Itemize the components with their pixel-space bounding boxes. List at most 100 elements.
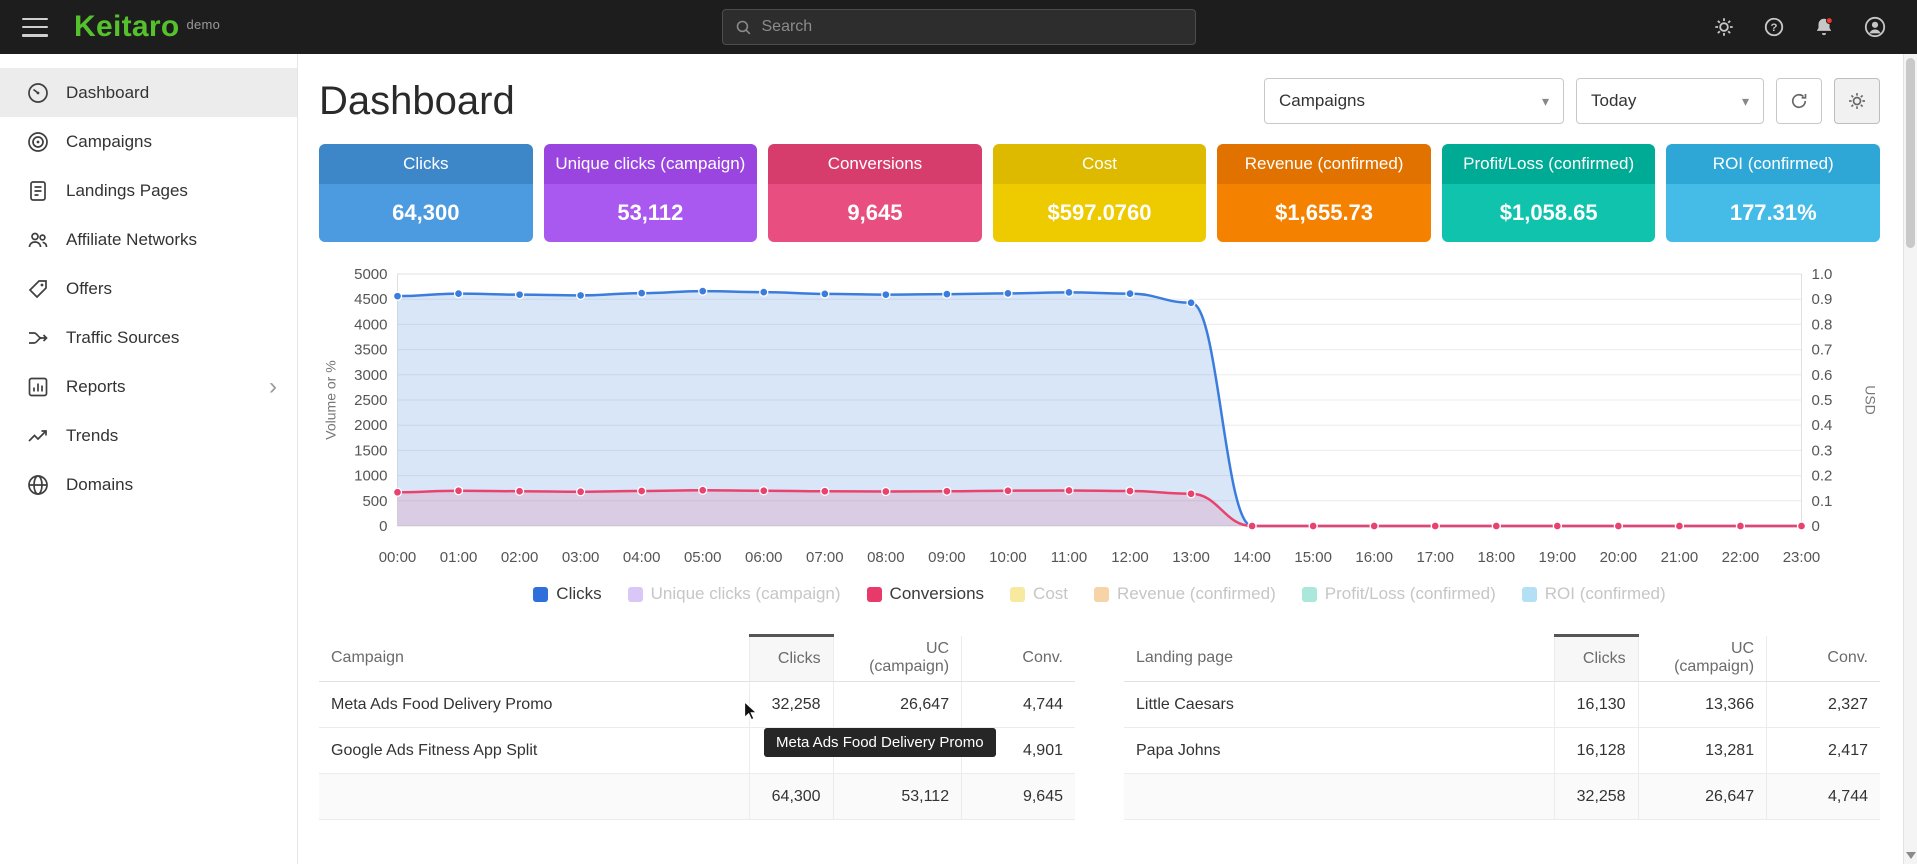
legend-item-revenue-confirmed[interactable]: Revenue (confirmed) [1094, 584, 1276, 604]
table-row[interactable]: Meta Ads Food Delivery Promo32,25826,647… [319, 682, 1075, 728]
metric-value: $597.0760 [993, 184, 1207, 242]
domains-icon [26, 473, 50, 497]
column-header-clicks[interactable]: Clicks [1555, 636, 1638, 682]
svg-text:4500: 4500 [354, 291, 387, 308]
cell-name[interactable]: Meta Ads Food Delivery Promo [319, 682, 750, 728]
legend-item-roi-confirmed[interactable]: ROI (confirmed) [1522, 584, 1666, 604]
user-avatar[interactable] [1863, 15, 1887, 39]
sidebar-item-landing-pages[interactable]: Landings Pages [0, 166, 297, 215]
metric-card-profit-loss-confirmed[interactable]: Profit/Loss (confirmed)$1,058.65 [1442, 144, 1656, 242]
grouping-select[interactable]: Campaigns ▾ [1264, 78, 1564, 124]
svg-text:3000: 3000 [354, 367, 387, 384]
chevron-down-icon: ▾ [1542, 93, 1549, 110]
svg-text:11:00: 11:00 [1051, 549, 1087, 566]
metric-value: 53,112 [544, 184, 758, 242]
legend-item-conversions[interactable]: Conversions [867, 584, 985, 604]
svg-text:02:00: 02:00 [501, 549, 539, 566]
metric-card-unique-clicks-campaign[interactable]: Unique clicks (campaign)53,112 [544, 144, 758, 242]
logo-text: Keitaro [74, 10, 179, 43]
metric-label: Cost [993, 144, 1207, 184]
logo-badge: demo [186, 17, 220, 32]
svg-text:01:00: 01:00 [440, 549, 478, 566]
legend-item-profit-loss-confirmed[interactable]: Profit/Loss (confirmed) [1302, 584, 1496, 604]
grouping-select-value: Campaigns [1279, 91, 1365, 111]
sidebar-item-trends[interactable]: Trends [0, 411, 297, 460]
svg-text:0.8: 0.8 [1812, 316, 1833, 333]
svg-text:14:00: 14:00 [1233, 549, 1271, 566]
sidebar-item-domains[interactable]: Domains [0, 460, 297, 509]
help-icon[interactable]: ? [1763, 16, 1785, 38]
sidebar-item-affiliate-networks[interactable]: Affiliate Networks [0, 215, 297, 264]
svg-text:2500: 2500 [354, 392, 387, 409]
metric-card-clicks[interactable]: Clicks64,300 [319, 144, 533, 242]
metric-value: 177.31% [1666, 184, 1880, 242]
svg-text:15:00: 15:00 [1294, 549, 1332, 566]
column-header-conv[interactable]: Conv. [1767, 636, 1880, 682]
svg-text:10:00: 10:00 [989, 549, 1027, 566]
legend-label: Revenue (confirmed) [1117, 584, 1276, 604]
legend-swatch [1522, 587, 1537, 602]
legend-item-clicks[interactable]: Clicks [533, 584, 601, 604]
totals-row: 32,25826,6474,744 [1124, 774, 1880, 820]
metric-card-cost[interactable]: Cost$597.0760 [993, 144, 1207, 242]
sidebar-item-traffic-sources[interactable]: Traffic Sources [0, 313, 297, 362]
legend-item-unique-clicks-campaign[interactable]: Unique clicks (campaign) [628, 584, 841, 604]
cell-value: 16,130 [1555, 682, 1638, 728]
traffic-chart: 0500100015002000250030003500400045005000… [319, 262, 1880, 574]
metric-label: ROI (confirmed) [1666, 144, 1880, 184]
column-header-campaign[interactable]: Campaign [319, 636, 750, 682]
column-header-clicks[interactable]: Clicks [750, 636, 833, 682]
total-value [1124, 774, 1555, 820]
metric-card-roi-confirmed[interactable]: ROI (confirmed)177.31% [1666, 144, 1880, 242]
svg-text:500: 500 [362, 493, 387, 510]
dashboard-settings-button[interactable] [1834, 78, 1880, 124]
global-search[interactable] [722, 9, 1196, 45]
column-header-uc-campaign[interactable]: UC (campaign) [833, 636, 962, 682]
metric-value: $1,655.73 [1217, 184, 1431, 242]
sidebar-item-label: Campaigns [66, 132, 152, 152]
page-scrollbar[interactable] [1903, 54, 1917, 864]
total-value: 9,645 [962, 774, 1075, 820]
cell-name[interactable]: Google Ads Fitness App Split [319, 728, 750, 774]
app-logo[interactable]: Keitaro demo [74, 10, 220, 44]
metric-card-conversions[interactable]: Conversions9,645 [768, 144, 982, 242]
header-row: Landing pageClicksUC (campaign)Conv. [1124, 636, 1880, 682]
table-row[interactable]: Little Caesars16,13013,3662,327 [1124, 682, 1880, 728]
refresh-button[interactable] [1776, 78, 1822, 124]
metric-label: Unique clicks (campaign) [544, 144, 758, 184]
date-range-select[interactable]: Today ▾ [1576, 78, 1764, 124]
scrollbar-thumb[interactable] [1906, 58, 1915, 248]
landings-table-card: Landing pageClicksUC (campaign)Conv.Litt… [1124, 634, 1880, 820]
svg-text:0.6: 0.6 [1812, 367, 1833, 384]
legend-item-cost[interactable]: Cost [1010, 584, 1068, 604]
sidebar-item-dashboard[interactable]: Dashboard [0, 68, 297, 117]
cell-name[interactable]: Papa Johns [1124, 728, 1555, 774]
chevron-down-icon: ▾ [1742, 93, 1749, 110]
notifications-bell-icon[interactable] [1813, 16, 1835, 38]
column-header-landing-page[interactable]: Landing page [1124, 636, 1555, 682]
svg-text:1500: 1500 [354, 442, 387, 459]
gear-icon[interactable] [1713, 16, 1735, 38]
column-header-conv[interactable]: Conv. [962, 636, 1075, 682]
metric-label: Clicks [319, 144, 533, 184]
sidebar-item-label: Dashboard [66, 83, 149, 103]
sidebar-item-reports[interactable]: Reports› [0, 362, 297, 411]
campaigns-table: CampaignClicksUC (campaign)Conv.Meta Ads… [319, 634, 1075, 820]
search-input[interactable] [762, 18, 1183, 36]
menu-icon[interactable] [22, 18, 48, 37]
page-title: Dashboard [319, 79, 515, 124]
sidebar-item-offers[interactable]: Offers [0, 264, 297, 313]
campaigns-icon [26, 130, 50, 154]
cell-value: 26,647 [833, 682, 962, 728]
metric-card-revenue-confirmed[interactable]: Revenue (confirmed)$1,655.73 [1217, 144, 1431, 242]
svg-text:20:00: 20:00 [1600, 549, 1638, 566]
column-header-uc-campaign[interactable]: UC (campaign) [1638, 636, 1767, 682]
sidebar-item-campaigns[interactable]: Campaigns [0, 117, 297, 166]
svg-text:0.4: 0.4 [1812, 417, 1833, 434]
affiliate-networks-icon [26, 228, 50, 252]
chevron-right-icon: › [269, 375, 277, 399]
svg-text:00:00: 00:00 [379, 549, 417, 566]
cell-name[interactable]: Little Caesars [1124, 682, 1555, 728]
scroll-down-arrow-icon[interactable] [1906, 852, 1916, 859]
table-row[interactable]: Papa Johns16,12813,2812,417 [1124, 728, 1880, 774]
